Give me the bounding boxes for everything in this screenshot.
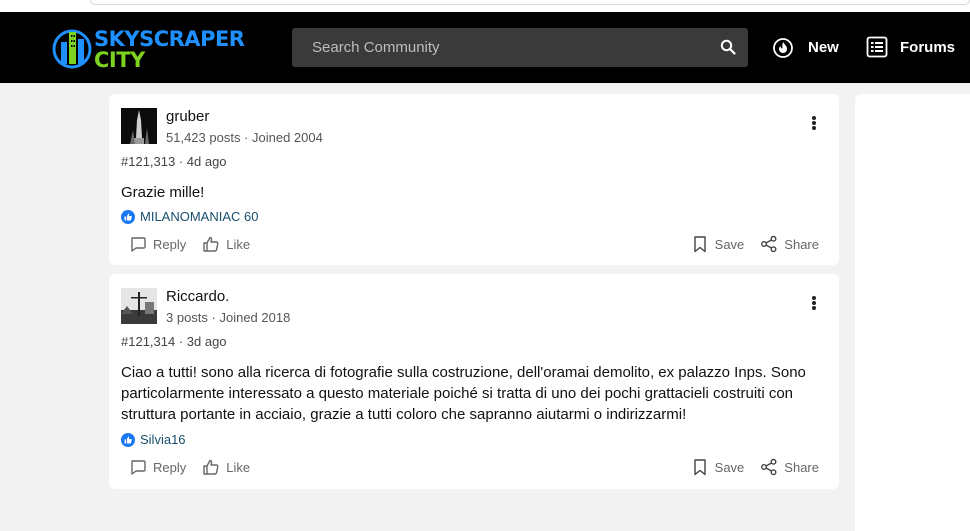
user-meta: 3 posts · Joined 2018 [166, 310, 291, 325]
post-actions-left: Reply Like [129, 235, 266, 253]
post-body: Grazie mille! [121, 184, 205, 201]
username[interactable]: gruber [166, 108, 209, 125]
reply-label: Reply [153, 236, 187, 252]
share-icon [761, 235, 777, 253]
save-label: Save [714, 459, 745, 475]
comment-icon [131, 460, 146, 475]
reaction-user: Silvia16 [140, 432, 186, 447]
like-button[interactable]: Like [202, 235, 250, 253]
sidebar-card [855, 94, 970, 531]
top-bar-edge [90, 0, 970, 5]
reactions[interactable]: Silvia16 [121, 432, 186, 447]
avatar[interactable] [121, 108, 157, 144]
post-actions-right: Save Share [675, 458, 819, 476]
like-label: Like [226, 459, 251, 475]
post-number[interactable]: #121,313 · 4d ago [121, 154, 227, 169]
search-icon[interactable] [720, 39, 736, 55]
logo-text-line1: SKYSCRAPER [94, 27, 245, 51]
reply-label: Reply [153, 459, 187, 475]
reactions[interactable]: MILANOMANIAC 60 [121, 209, 258, 224]
bookmark-icon [693, 459, 706, 476]
nav-forums-button[interactable]: Forums [866, 34, 955, 60]
like-reaction-icon [121, 432, 135, 447]
thumbs-up-icon [203, 459, 219, 475]
site-logo[interactable]: SKYSCRAPER CITY [52, 26, 245, 72]
more-vertical-icon [811, 116, 817, 130]
site-header: SKYSCRAPER CITY New Forums [0, 12, 970, 83]
reply-button[interactable]: Reply [129, 235, 186, 253]
save-button[interactable]: Save [691, 235, 745, 253]
post-actions-left: Reply Like [129, 458, 266, 476]
post-number[interactable]: #121,314 · 3d ago [121, 334, 227, 349]
user-meta: 51,423 posts · Joined 2004 [166, 130, 323, 145]
more-options-button[interactable] [811, 296, 817, 314]
more-vertical-icon [811, 296, 817, 310]
nav-new-label: New [808, 38, 839, 56]
bookmark-icon [693, 236, 706, 253]
skyscraper-logo-icon [52, 29, 92, 69]
flame-icon [773, 38, 793, 58]
like-label: Like [226, 236, 251, 252]
nav-forums-label: Forums [900, 38, 956, 56]
list-icon [866, 36, 888, 58]
share-icon [761, 458, 777, 476]
user-avatar-image [121, 108, 157, 144]
like-button[interactable]: Like [202, 458, 250, 476]
save-button[interactable]: Save [691, 458, 745, 476]
share-button[interactable]: Share [760, 458, 819, 476]
nav-new-button[interactable]: New [772, 34, 839, 60]
user-avatar-image [121, 288, 157, 324]
username[interactable]: Riccardo. [166, 288, 229, 305]
forum-post: Riccardo. 3 posts · Joined 2018 #121,314… [109, 274, 839, 489]
search-bar [292, 28, 748, 67]
share-label: Share [784, 459, 819, 475]
logo-text-line2: CITY [94, 48, 145, 72]
share-label: Share [784, 236, 819, 252]
search-input[interactable] [292, 28, 692, 67]
post-body: Ciao a tutti! sono alla ricerca di fotog… [121, 364, 806, 423]
reaction-user: MILANOMANIAC 60 [140, 209, 259, 224]
forum-post: gruber 51,423 posts · Joined 2004 #121,3… [109, 94, 839, 265]
browser-top-strip [0, 0, 970, 12]
like-reaction-icon [121, 209, 135, 224]
comment-icon [131, 237, 146, 252]
avatar[interactable] [121, 288, 157, 324]
save-label: Save [714, 236, 745, 252]
post-actions-right: Save Share [675, 235, 819, 253]
share-button[interactable]: Share [760, 235, 819, 253]
thumbs-up-icon [203, 236, 219, 252]
more-options-button[interactable] [811, 116, 817, 134]
reply-button[interactable]: Reply [129, 458, 186, 476]
